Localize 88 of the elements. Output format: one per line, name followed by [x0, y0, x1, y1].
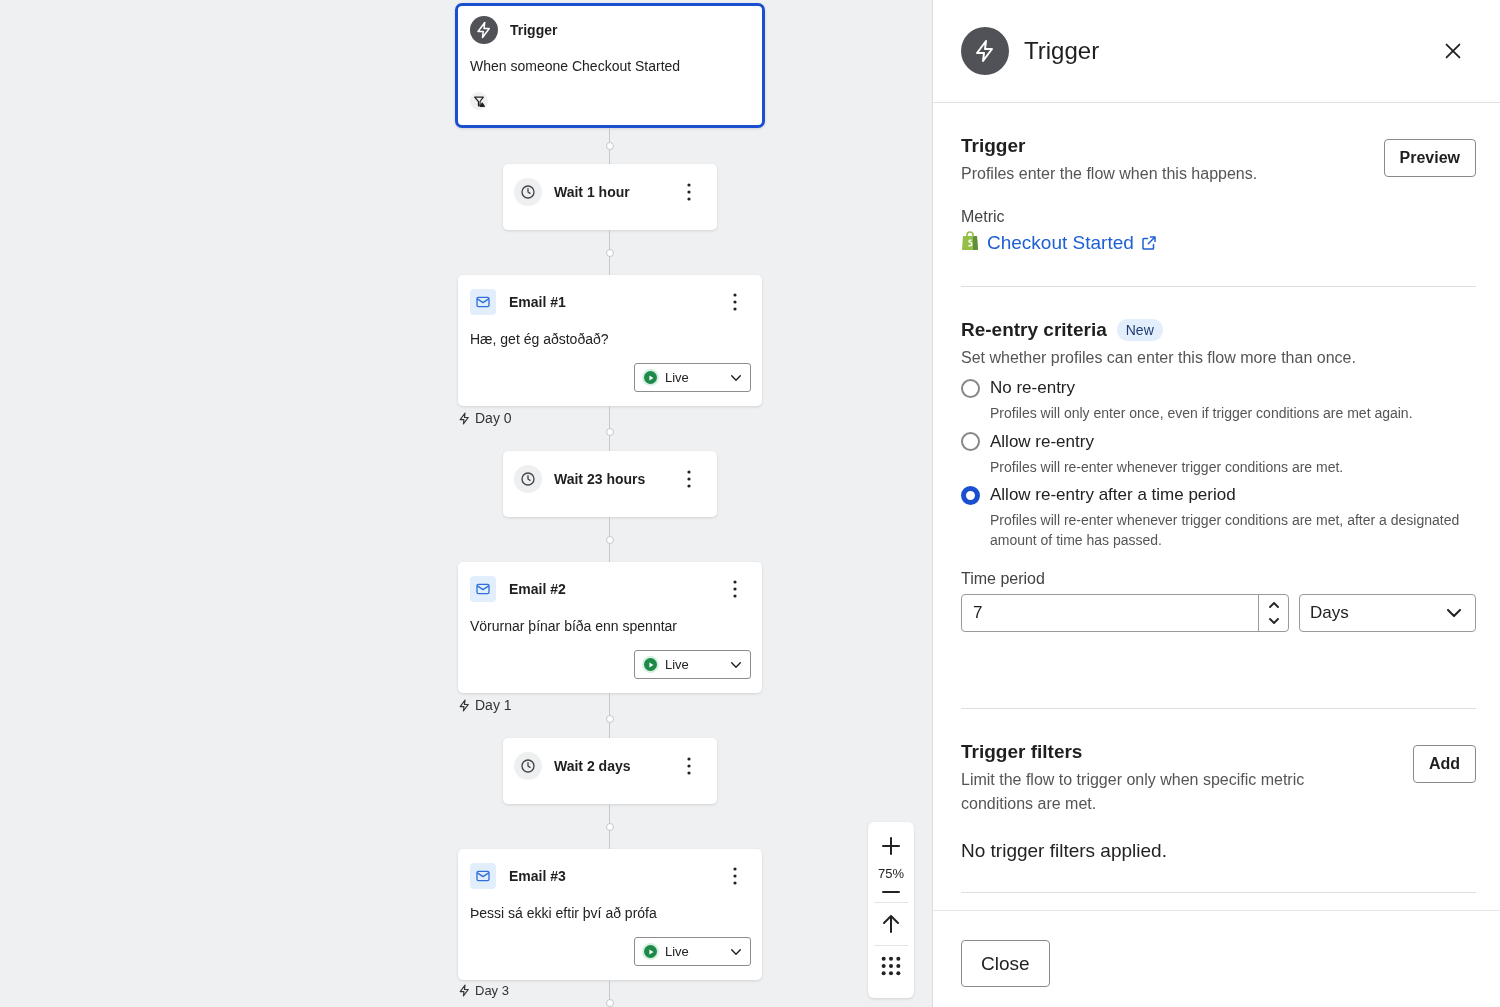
play-icon: [644, 945, 657, 958]
email-card[interactable]: Email #2 Vörurnar þínar bíða enn spenntar Live: [458, 562, 762, 693]
radio-option[interactable]: No re-entry: [961, 378, 1476, 398]
option-description: Profiles will re-enter whenever trigger conditions are met.: [990, 457, 1345, 477]
email-card[interactable]: Email #1 Hæ, get ég aðstoðað? Live: [458, 275, 762, 406]
lightning-icon: [458, 411, 471, 425]
radio-option[interactable]: Allow re-entry: [961, 431, 1476, 452]
card-title: Wait 1 hour: [554, 184, 631, 200]
envelope-icon: [470, 576, 496, 602]
lightning-icon: [470, 16, 498, 44]
empty-message: No trigger filters applied.: [961, 840, 1168, 863]
status-dropdown[interactable]: Live: [634, 363, 751, 392]
trigger-card[interactable]: Trigger When someone Checkout Started: [455, 3, 765, 128]
radio-button[interactable]: [961, 378, 980, 398]
chevron-down-icon: [731, 661, 741, 668]
play-icon: [644, 658, 657, 671]
envelope-icon: [470, 863, 496, 889]
envelope-icon: [470, 289, 496, 315]
radio-button[interactable]: [961, 485, 980, 505]
connector-dot: [606, 822, 614, 831]
card-title: Email #3: [509, 868, 567, 884]
section-description: Profiles enter the flow when this happens.: [961, 164, 1259, 184]
section-title: Trigger filters: [961, 741, 1084, 764]
more-icon: [687, 183, 691, 201]
card-title: Wait 23 hours: [554, 471, 647, 487]
email-subject: Hæ, get ég aðstoðað?: [470, 331, 610, 347]
field-label: Metric: [961, 208, 1006, 226]
chevron-down-icon: [1447, 609, 1461, 618]
connector-dot: [606, 142, 614, 150]
section-title: Trigger: [961, 135, 1027, 157]
option-description: Profiles will re-enter whenever trigger conditions are met, after a designated amount of time has passed.: [990, 511, 1461, 550]
card-description: When someone Checkout Started: [470, 58, 682, 74]
new-badge: New: [1116, 319, 1163, 341]
email-subject: Vörurnar þínar bíða enn spenntar: [470, 618, 679, 634]
add-button[interactable]: Add: [1412, 745, 1476, 784]
more-icon: [733, 580, 737, 598]
wait-card[interactable]: Wait 1 hour: [503, 164, 717, 230]
radio-option[interactable]: Allow re-entry after a time period: [961, 485, 1476, 506]
connector-dot: [606, 428, 614, 436]
status-dropdown[interactable]: Live: [634, 650, 751, 679]
chevron-down-icon: [731, 948, 741, 955]
panel-title: Trigger: [1024, 37, 1101, 65]
day-label: Day 3: [458, 984, 509, 997]
radio-button[interactable]: [961, 432, 980, 452]
minus-icon: [881, 891, 901, 893]
more-icon: [733, 867, 737, 885]
lightning-icon: [458, 984, 471, 997]
status-dropdown[interactable]: Live: [634, 937, 751, 966]
day-label: Day 0: [458, 410, 512, 426]
card-title: Email #2: [509, 581, 567, 597]
zoom-out-button[interactable]: [879, 889, 903, 895]
card-title: Trigger: [510, 22, 558, 38]
zoom-level: 75%: [878, 866, 904, 881]
card-title: Email #1: [509, 294, 567, 310]
card-title: Wait 2 days: [554, 758, 632, 774]
filter-icon: [470, 92, 488, 110]
more-icon: [733, 293, 737, 311]
connector-dot: [606, 248, 614, 257]
clock-icon: [514, 752, 542, 780]
connector-dot: [606, 535, 614, 544]
email-card[interactable]: Email #3 Þessi sá ekki eftir því að prófa Live: [458, 849, 762, 980]
section-description: Set whether profiles can enter this flow more than once.: [961, 348, 1357, 368]
dot-grid-icon: [880, 955, 902, 977]
clock-icon: [514, 465, 542, 493]
metric-link[interactable]: Checkout Started: [987, 232, 1158, 254]
section-description: Limit the flow to trigger only when specific metric conditions are met.: [961, 770, 1306, 815]
number-field[interactable]: 7: [961, 594, 1289, 633]
wait-card[interactable]: Wait 2 days: [503, 738, 717, 804]
connector-dot: [606, 999, 614, 1007]
section-title: Re-entry criteria: [961, 319, 1107, 341]
unit-dropdown[interactable]: Days: [1299, 594, 1476, 633]
plus-icon: [879, 834, 903, 858]
preview-button[interactable]: Preview: [1383, 139, 1476, 177]
option-description: Profiles will only enter once, even if trigger conditions are met again.: [990, 404, 1414, 423]
more-icon: [687, 470, 691, 488]
email-subject: Þessi sá ekki eftir því að prófa: [470, 905, 658, 921]
connector-dot: [606, 715, 614, 723]
wait-card[interactable]: Wait 23 hours: [503, 451, 717, 517]
more-icon: [687, 757, 691, 775]
external-link-icon: [1139, 234, 1158, 252]
field-label: Time period: [961, 570, 1046, 589]
chevron-down-icon: [731, 374, 741, 381]
clock-icon: [514, 178, 542, 206]
close-button[interactable]: Close: [961, 940, 1050, 987]
lightning-icon: [458, 698, 471, 712]
play-icon: [644, 371, 657, 384]
day-label: Day 1: [458, 697, 512, 713]
lightning-icon: [961, 27, 1009, 75]
